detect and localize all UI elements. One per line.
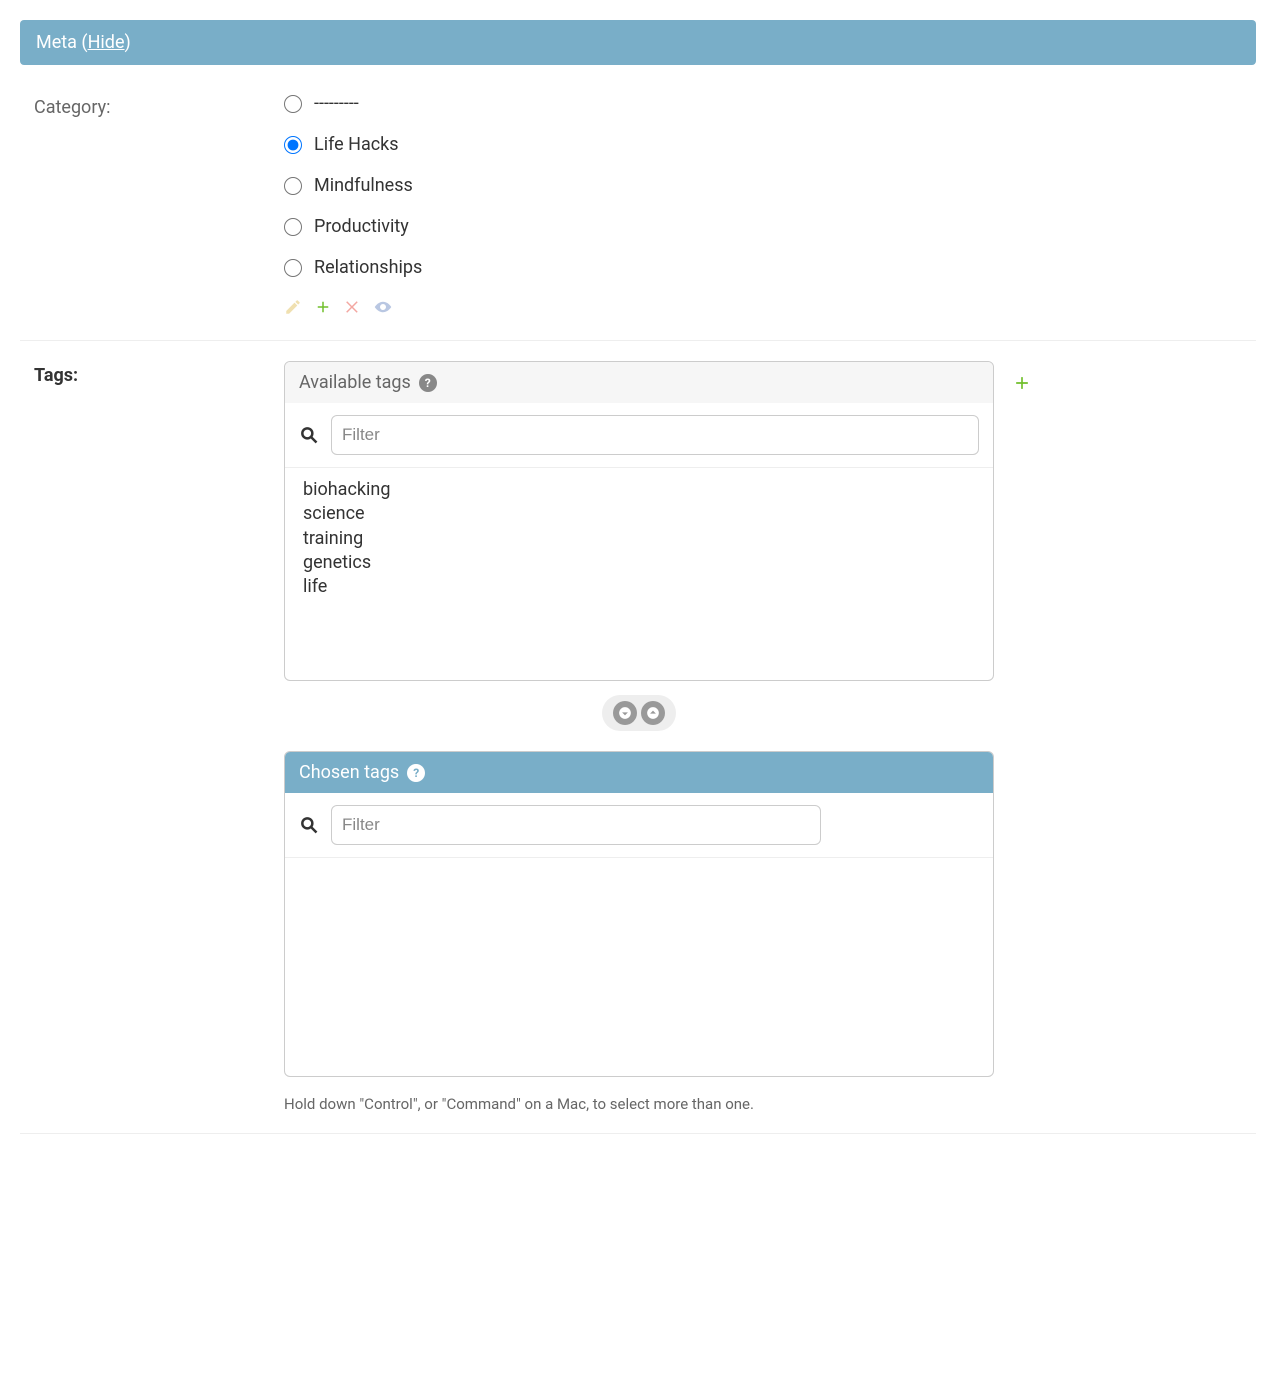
edit-icon[interactable] <box>284 298 302 316</box>
add-icon[interactable] <box>314 298 332 316</box>
chosen-tags-panel: Chosen tags ? <box>284 751 994 1077</box>
available-filter-input[interactable] <box>331 415 979 455</box>
chosen-tags-header: Chosen tags ? <box>285 752 993 793</box>
tags-label: Tags: <box>34 361 284 1113</box>
list-item[interactable]: science <box>303 502 975 526</box>
category-option[interactable]: --------- <box>284 93 1242 114</box>
available-tags-header: Available tags ? <box>285 362 993 403</box>
section-header: Meta (Hide) <box>20 20 1256 65</box>
chooser-buttons <box>602 695 676 731</box>
chosen-filter-row <box>285 793 993 858</box>
search-icon <box>299 815 319 835</box>
list-item[interactable]: training <box>303 527 975 551</box>
view-icon[interactable] <box>374 298 392 316</box>
available-filter-row <box>285 403 993 468</box>
category-option-label: Relationships <box>314 257 422 278</box>
chosen-tags-title: Chosen tags <box>299 762 399 783</box>
category-radio[interactable] <box>284 136 302 154</box>
available-tags-list[interactable]: biohacking science training genetics lif… <box>285 468 993 680</box>
available-tags-title: Available tags <box>299 372 411 393</box>
tags-helptext: Hold down "Control", or "Command" on a M… <box>284 1095 994 1113</box>
category-radio[interactable] <box>284 218 302 236</box>
list-item[interactable]: life <box>303 575 975 599</box>
tags-row: Tags: Available tags ? biohacking scie <box>20 341 1256 1134</box>
help-icon[interactable]: ? <box>419 374 437 392</box>
category-actions <box>284 298 1242 316</box>
move-up-button[interactable] <box>641 701 665 725</box>
category-radio-list: --------- Life Hacks Mindfulness Product… <box>284 93 1242 278</box>
chosen-filter-input[interactable] <box>331 805 821 845</box>
category-radio[interactable] <box>284 95 302 113</box>
category-option[interactable]: Life Hacks <box>284 134 1242 155</box>
section-title-suffix: ) <box>125 32 131 53</box>
list-item[interactable]: biohacking <box>303 478 975 502</box>
delete-icon[interactable] <box>344 298 362 316</box>
search-icon <box>299 425 319 445</box>
category-row: Category: --------- Life Hacks Mindfulne… <box>20 93 1256 341</box>
category-option[interactable]: Relationships <box>284 257 1242 278</box>
add-tag-icon[interactable] <box>1012 373 1032 393</box>
list-item[interactable]: genetics <box>303 551 975 575</box>
help-icon[interactable]: ? <box>407 764 425 782</box>
section-title-prefix: Meta ( <box>36 32 88 53</box>
category-option[interactable]: Mindfulness <box>284 175 1242 196</box>
hide-link[interactable]: Hide <box>88 32 125 53</box>
category-radio[interactable] <box>284 177 302 195</box>
chosen-tags-list[interactable] <box>285 858 993 1076</box>
category-option-label: Mindfulness <box>314 175 413 196</box>
category-field: --------- Life Hacks Mindfulness Product… <box>284 93 1242 316</box>
category-option-label: --------- <box>314 93 359 114</box>
category-option[interactable]: Productivity <box>284 216 1242 237</box>
available-tags-panel: Available tags ? biohacking science trai… <box>284 361 994 681</box>
category-radio[interactable] <box>284 259 302 277</box>
move-down-button[interactable] <box>613 701 637 725</box>
category-option-label: Productivity <box>314 216 409 237</box>
tags-field: Available tags ? biohacking science trai… <box>284 361 1242 1113</box>
category-label: Category: <box>34 93 284 316</box>
category-option-label: Life Hacks <box>314 134 399 155</box>
